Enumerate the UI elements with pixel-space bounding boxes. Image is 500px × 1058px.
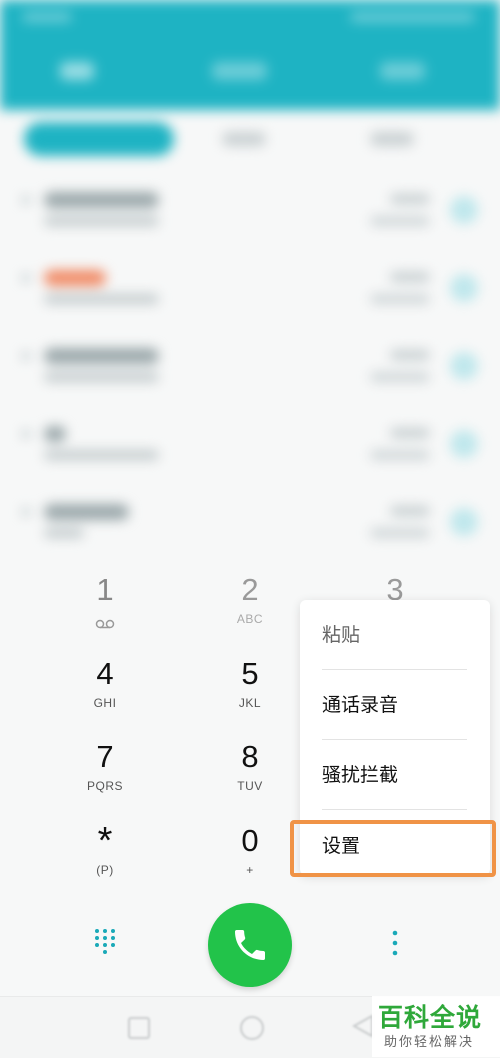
settings-highlight-box — [290, 820, 496, 877]
info-icon — [450, 508, 478, 536]
phone-icon — [235, 930, 265, 960]
row-name — [44, 192, 159, 208]
key-4[interactable]: 4 GHI — [55, 656, 155, 710]
row-dot — [22, 352, 30, 360]
row-meta — [370, 294, 430, 304]
key-digit: 0 — [241, 823, 259, 858]
key-digit: 4 — [96, 656, 114, 691]
row-meta — [390, 272, 430, 282]
row-dot — [22, 274, 30, 282]
call-button[interactable] — [208, 903, 292, 987]
key-letters: PQRS — [86, 779, 123, 793]
row-meta — [370, 528, 430, 538]
call-log-row — [0, 254, 500, 330]
status-bar-right — [350, 12, 475, 22]
call-log-row — [0, 488, 500, 564]
key-digit: 5 — [241, 656, 259, 691]
key-letters: (P) — [96, 863, 114, 877]
status-bar-left — [22, 12, 72, 22]
menu-divider — [322, 809, 467, 810]
home-icon[interactable] — [240, 1016, 264, 1040]
call-log-row — [0, 410, 500, 486]
header-tab — [212, 62, 267, 80]
row-dot — [22, 430, 30, 438]
row-meta — [370, 372, 430, 382]
blurred-call-log — [0, 0, 500, 560]
watermark-subtitle: 助你轻松解决 — [384, 1035, 475, 1050]
header-tab — [60, 62, 94, 80]
key-1[interactable]: 1 — [55, 572, 155, 633]
key-digit: 2 — [241, 572, 259, 607]
row-sub — [44, 372, 159, 382]
row-name — [44, 426, 66, 442]
call-log-row — [0, 176, 500, 252]
row-sub — [44, 528, 84, 538]
back-icon[interactable] — [351, 1014, 374, 1042]
key-0[interactable]: 0 + — [200, 823, 300, 877]
info-icon — [450, 274, 478, 302]
key-letters: JKL — [238, 696, 262, 710]
menu-item-paste[interactable]: 粘贴 — [322, 600, 467, 670]
key-digit: 8 — [241, 739, 259, 774]
voicemail-icon — [95, 614, 115, 633]
segment — [370, 132, 414, 146]
menu-item-call-recording[interactable]: 通话录音 — [322, 670, 467, 740]
key-letters: GHI — [93, 696, 117, 710]
watermark-title: 百科全说 — [378, 1003, 483, 1032]
recent-apps-icon[interactable] — [128, 1017, 150, 1039]
app-header — [0, 0, 500, 110]
menu-item-harassment-block[interactable]: 骚扰拦截 — [322, 740, 467, 810]
segment — [222, 132, 266, 146]
watermark: 百科全说 助你轻松解决 — [372, 996, 500, 1057]
dialer-action-bar — [0, 900, 500, 990]
row-name — [44, 504, 129, 520]
dialpad-grid-icon[interactable] — [94, 928, 116, 962]
key-digit: 7 — [96, 739, 114, 774]
key-star[interactable]: * (P) — [55, 820, 155, 877]
header-tab — [380, 62, 425, 80]
key-digit: 1 — [96, 572, 114, 607]
row-sub — [44, 216, 159, 226]
key-letters: TUV — [237, 779, 263, 793]
row-meta — [390, 194, 430, 204]
key-5[interactable]: 5 JKL — [200, 656, 300, 710]
row-sub — [44, 294, 159, 304]
key-8[interactable]: 8 TUV — [200, 739, 300, 793]
row-meta — [390, 428, 430, 438]
call-log-row — [0, 332, 500, 408]
row-name — [44, 270, 106, 286]
more-vertical-icon[interactable] — [392, 930, 398, 960]
row-dot — [22, 508, 30, 516]
key-letters: ABC — [236, 612, 264, 626]
row-meta — [390, 350, 430, 360]
key-2[interactable]: 2 ABC — [200, 572, 300, 626]
row-dot — [22, 196, 30, 204]
row-name — [44, 348, 159, 364]
key-digit: * — [97, 820, 113, 862]
key-letters: + — [246, 863, 254, 877]
segment-bar — [0, 118, 500, 162]
key-7[interactable]: 7 PQRS — [55, 739, 155, 793]
row-sub — [44, 450, 159, 460]
row-meta — [390, 506, 430, 516]
row-meta — [370, 450, 430, 460]
info-icon — [450, 352, 478, 380]
row-meta — [370, 216, 430, 226]
info-icon — [450, 196, 478, 224]
segment-active — [24, 122, 174, 156]
info-icon — [450, 430, 478, 458]
